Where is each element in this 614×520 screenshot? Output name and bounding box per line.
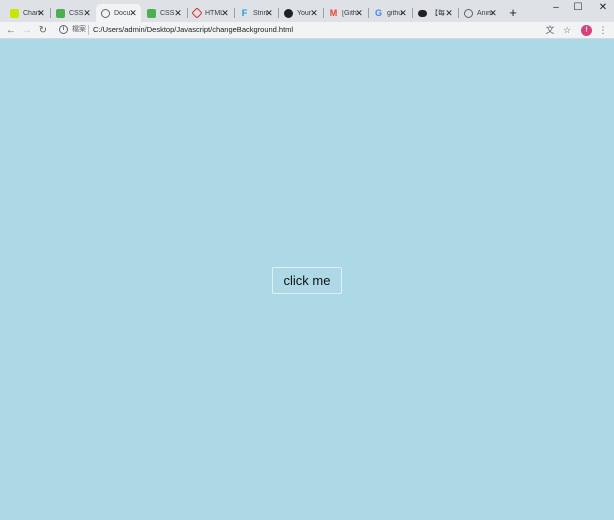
close-icon[interactable]: ✕ xyxy=(220,7,230,19)
f-logo-icon: F xyxy=(241,7,248,18)
forward-button[interactable]: → xyxy=(20,24,34,37)
close-icon[interactable]: ✕ xyxy=(173,7,183,19)
close-icon[interactable]: ✕ xyxy=(354,7,364,19)
avatar[interactable]: f xyxy=(581,25,592,36)
tab-9[interactable]: 【每 ✕ xyxy=(413,4,457,22)
google-icon: G xyxy=(374,7,382,18)
github-icon xyxy=(284,8,293,18)
tab-7[interactable]: M [Gith ✕ xyxy=(324,4,367,22)
menu-kebab-icon[interactable]: ⋮ xyxy=(596,24,610,37)
cloud-icon xyxy=(418,9,427,17)
w3schools-icon xyxy=(56,8,65,18)
translate-icon[interactable]: 文 xyxy=(543,24,557,37)
tab-8[interactable]: G githu ✕ xyxy=(369,4,411,22)
reload-button[interactable]: ↻ xyxy=(36,24,50,37)
w3schools-icon xyxy=(147,8,156,18)
address-bar[interactable]: i 檔案 C:/Users/admin/Desktop/Javascript/c… xyxy=(55,23,531,38)
tab-2-active[interactable]: Docu ✕ xyxy=(96,4,141,22)
tab-5[interactable]: F Strin ✕ xyxy=(235,4,277,22)
tab-1[interactable]: CSS ✕ xyxy=(51,4,95,22)
tab-strip: Chan ✕ CSS ✕ Docu ✕ CSS ✕ HTML ✕ F Strin… xyxy=(0,0,614,22)
maximize-button[interactable]: ☐ xyxy=(567,0,589,16)
file-scheme-label: 檔案 xyxy=(72,26,86,33)
close-icon[interactable]: ✕ xyxy=(444,7,454,19)
window-close-button[interactable]: ✕ xyxy=(592,0,614,16)
page-viewport: click me xyxy=(0,39,614,520)
info-icon[interactable]: i xyxy=(59,25,68,34)
close-icon[interactable]: ✕ xyxy=(128,7,138,19)
close-icon[interactable]: ✕ xyxy=(488,7,498,19)
click-me-button[interactable]: click me xyxy=(272,267,342,294)
tab-0[interactable]: Chan ✕ xyxy=(5,4,49,22)
globe-icon xyxy=(101,8,110,18)
back-button[interactable]: ← xyxy=(4,24,18,37)
url-text[interactable]: C:/Users/admin/Desktop/Javascript/change… xyxy=(93,25,293,35)
omnibox-divider xyxy=(88,25,89,35)
youtube-music-icon xyxy=(10,8,19,18)
minimize-button[interactable]: – xyxy=(545,0,567,16)
browser-chrome: Chan ✕ CSS ✕ Docu ✕ CSS ✕ HTML ✕ F Strin… xyxy=(0,0,614,39)
close-icon[interactable]: ✕ xyxy=(36,7,46,19)
tab-3[interactable]: CSS ✕ xyxy=(142,4,186,22)
close-icon[interactable]: ✕ xyxy=(309,7,319,19)
tab-6[interactable]: Your ✕ xyxy=(279,4,322,22)
gmail-icon: M xyxy=(329,7,338,18)
tab-10[interactable]: Anim ✕ xyxy=(459,4,501,22)
bookmark-star-icon[interactable]: ☆ xyxy=(560,24,574,37)
close-icon[interactable]: ✕ xyxy=(82,7,92,19)
new-tab-button[interactable]: + xyxy=(507,6,519,20)
browser-toolbar: ← → ↻ i 檔案 C:/Users/admin/Desktop/Javasc… xyxy=(0,22,614,39)
tab-4[interactable]: HTML ✕ xyxy=(188,4,233,22)
close-icon[interactable]: ✕ xyxy=(398,7,408,19)
htmlpen-icon xyxy=(191,7,203,19)
close-icon[interactable]: ✕ xyxy=(264,7,274,19)
globe-icon xyxy=(464,8,473,18)
